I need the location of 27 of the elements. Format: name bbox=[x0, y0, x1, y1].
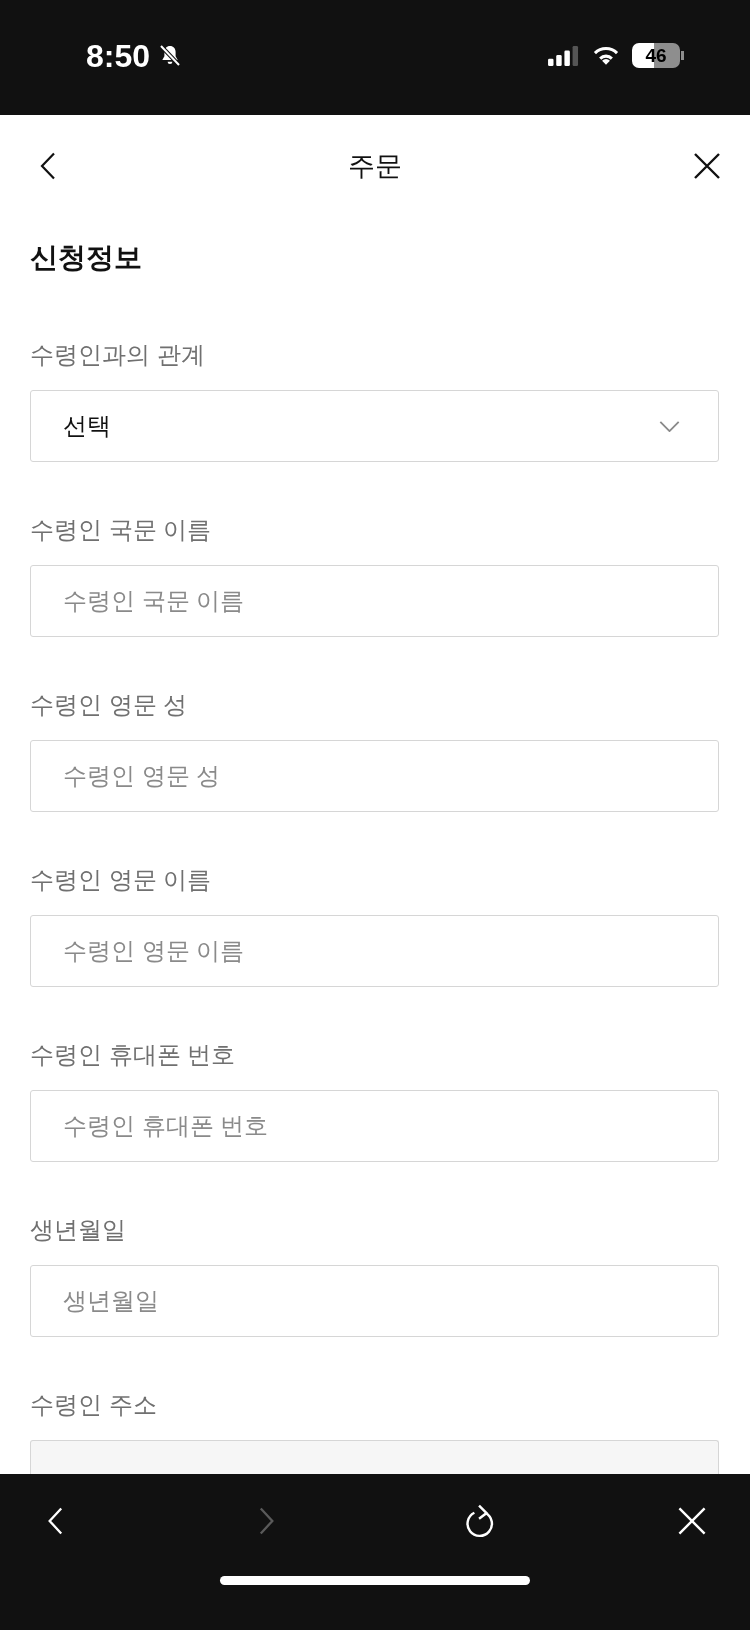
section-title: 신청정보 bbox=[30, 241, 142, 275]
text-field[interactable]: 생년월일 bbox=[30, 1265, 719, 1337]
field-label: 수령인 휴대폰 번호 bbox=[30, 1040, 236, 1070]
close-icon bbox=[694, 153, 720, 179]
close-icon bbox=[678, 1507, 706, 1535]
field-label: 수령인과의 관계 bbox=[30, 340, 205, 370]
text-field[interactable]: 수령인 영문 성 bbox=[30, 740, 719, 812]
select-field[interactable]: 선택 bbox=[30, 390, 719, 462]
chevron-right-icon bbox=[259, 1506, 276, 1536]
field-label: 생년월일 bbox=[30, 1215, 126, 1245]
clock-time: 8:50 bbox=[86, 37, 151, 74]
text-field[interactable]: 수령인 휴대폰 번호 bbox=[30, 1090, 719, 1162]
wifi-icon bbox=[592, 45, 620, 66]
field-label: 수령인 영문 이름 bbox=[30, 865, 212, 895]
signal-icon bbox=[547, 45, 580, 66]
reload-icon bbox=[464, 1504, 495, 1538]
field-label: 수령인 국문 이름 bbox=[30, 515, 212, 545]
field-label: 수령인 영문 성 bbox=[30, 690, 188, 720]
bell-slash-icon bbox=[158, 43, 183, 68]
chevron-left-icon bbox=[47, 1506, 63, 1536]
address-field[interactable] bbox=[30, 1440, 719, 1474]
chevron-down-icon bbox=[659, 420, 680, 432]
text-field[interactable]: 수령인 국문 이름 bbox=[30, 565, 719, 637]
page-title: 주문 bbox=[348, 150, 402, 183]
field-label: 수령인 주소 bbox=[30, 1390, 157, 1420]
text-field[interactable]: 수령인 영문 이름 bbox=[30, 915, 719, 987]
chevron-left-icon bbox=[40, 152, 56, 180]
